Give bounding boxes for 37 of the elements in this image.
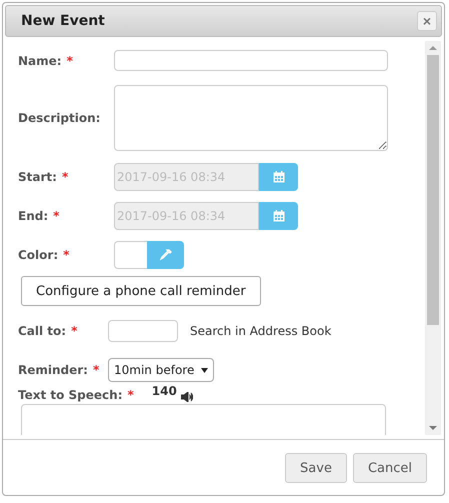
eyedropper-icon — [160, 249, 172, 261]
field-label: Reminder: — [18, 363, 88, 377]
configure-reminder-button[interactable]: Configure a phone call reminder — [21, 276, 261, 306]
description-field[interactable] — [114, 85, 388, 151]
field-label: End: — [18, 209, 48, 223]
phone-field[interactable] — [108, 320, 178, 342]
calendar-icon — [272, 171, 284, 183]
color-swatch[interactable] — [114, 241, 147, 269]
required-mark: * — [66, 54, 73, 68]
save-button[interactable]: Save — [285, 453, 347, 483]
field-label: Text to Speech: — [18, 388, 123, 402]
required-mark: * — [53, 209, 60, 223]
calendar-button[interactable] — [259, 202, 298, 230]
character-count: 140 — [152, 384, 177, 398]
dropdown-caret-icon — [201, 368, 208, 374]
required-mark: * — [71, 324, 78, 338]
field-label: Name: — [18, 54, 62, 68]
field-label: Color: — [18, 248, 58, 262]
field-label: Description: — [18, 111, 100, 125]
eyedropper-button[interactable] — [147, 241, 184, 269]
window-title: New Event — [21, 13, 105, 29]
required-mark: * — [92, 363, 100, 377]
scrollbar[interactable] — [425, 41, 441, 435]
reminder-select[interactable]: 10min before — [108, 358, 214, 382]
required-mark: * — [128, 388, 134, 402]
calendar-icon — [272, 210, 284, 222]
cancel-button[interactable]: Cancel — [352, 453, 427, 483]
address-book-link[interactable]: Search in Address Book — [190, 324, 332, 338]
close-button[interactable]: × — [417, 11, 437, 31]
field-label: Start: — [18, 170, 57, 184]
name-field[interactable] — [114, 50, 388, 71]
required-mark: * — [63, 248, 70, 262]
calendar-button[interactable] — [259, 163, 298, 191]
required-mark: * — [62, 170, 68, 184]
speaker-icon[interactable] — [180, 392, 193, 402]
speech-text-field[interactable] — [21, 404, 386, 435]
field-label: Call to: — [18, 324, 66, 338]
